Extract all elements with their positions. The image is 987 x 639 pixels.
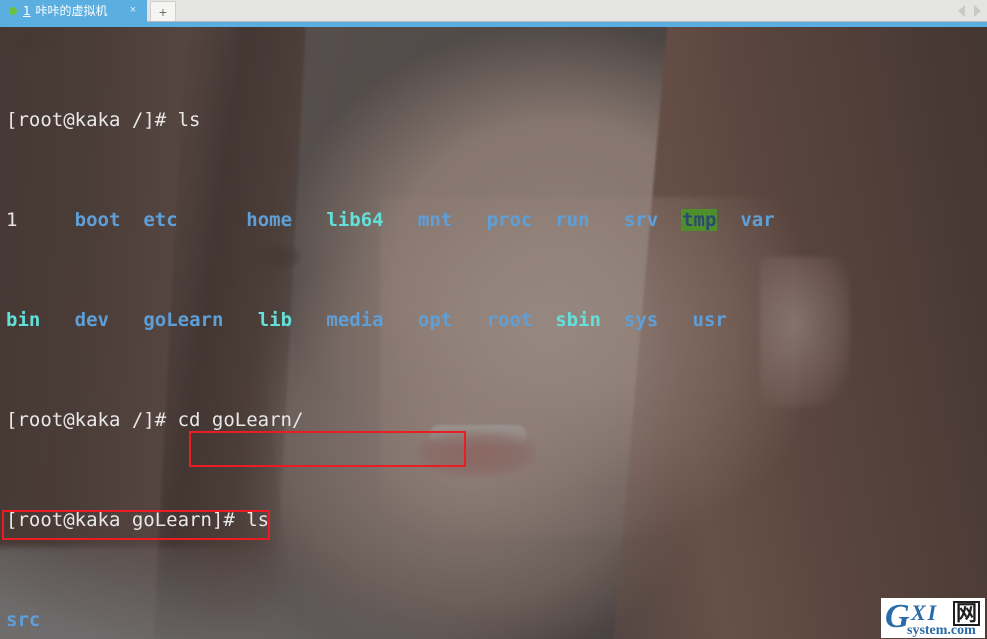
ls-entry: media bbox=[326, 309, 384, 331]
ls-entry: run bbox=[555, 209, 590, 231]
tab-index: 1 bbox=[23, 4, 31, 18]
watermark: G XI 网 system.com bbox=[881, 598, 985, 638]
ls-entry: bin bbox=[6, 309, 41, 331]
ls-entry: 1 bbox=[6, 209, 18, 231]
tab-underline bbox=[0, 22, 987, 27]
ls-entry-tmp: tmp bbox=[681, 209, 718, 231]
terminal-line: [root@kaka /]# ls bbox=[6, 108, 987, 133]
ls-entry: lib64 bbox=[326, 209, 384, 231]
terminal-body[interactable]: [root@kaka /]# ls 1 boot etc home lib64 … bbox=[0, 27, 987, 639]
ls-entry: sys bbox=[623, 309, 659, 331]
shell-prompt: [root@kaka /]# bbox=[6, 109, 178, 131]
chevron-right-icon[interactable] bbox=[974, 5, 981, 17]
terminal-output: [root@kaka /]# ls 1 boot etc home lib64 … bbox=[0, 27, 987, 639]
watermark-letter-g: G bbox=[885, 598, 910, 635]
ls-entry: src bbox=[6, 609, 41, 631]
shell-prompt: [root@kaka goLearn]# bbox=[6, 509, 247, 531]
chevron-left-icon[interactable] bbox=[958, 5, 965, 17]
shell-command: cd goLearn/ bbox=[177, 409, 304, 431]
terminal-line: src bbox=[6, 608, 987, 633]
ls-entry: sbin bbox=[555, 309, 601, 331]
ls-entry: root bbox=[486, 309, 533, 331]
shell-prompt: [root@kaka /]# bbox=[6, 409, 178, 431]
new-tab-button[interactable]: + bbox=[150, 1, 176, 21]
ls-entry: var bbox=[740, 209, 775, 231]
terminal-window: 1 咔咔的虚拟机 × + [root@kaka /]# ls 1 boot et… bbox=[0, 0, 987, 639]
ls-entry: lib bbox=[257, 309, 293, 331]
terminal-line: [root@kaka /]# cd goLearn/ bbox=[6, 408, 987, 433]
ls-entry: etc bbox=[143, 209, 178, 231]
tab-nav-arrows bbox=[958, 5, 981, 17]
ls-entry: usr bbox=[692, 309, 727, 331]
watermark-letters-xi: XI bbox=[911, 600, 939, 625]
shell-command: ls bbox=[246, 509, 270, 531]
terminal-line: bin dev goLearn lib media opt root sbin … bbox=[6, 308, 987, 333]
watermark-domain: system.com bbox=[907, 623, 976, 638]
ls-entry: proc bbox=[486, 209, 533, 231]
terminal-line: 1 boot etc home lib64 mnt proc run srv t… bbox=[6, 208, 987, 233]
connection-status-dot bbox=[9, 7, 17, 15]
ls-entry: home bbox=[246, 209, 293, 231]
ls-entry: mnt bbox=[417, 209, 453, 231]
ls-entry: goLearn bbox=[143, 309, 224, 331]
terminal-line: [root@kaka goLearn]# ls bbox=[6, 508, 987, 533]
ls-entry: boot bbox=[74, 209, 121, 231]
shell-command: ls bbox=[177, 109, 201, 131]
ls-entry: srv bbox=[623, 209, 659, 231]
close-icon[interactable]: × bbox=[127, 4, 139, 16]
tab-virtual-machine-1[interactable]: 1 咔咔的虚拟机 × bbox=[0, 0, 147, 22]
ls-entry: dev bbox=[74, 309, 109, 331]
tab-title: 咔咔的虚拟机 bbox=[35, 4, 108, 18]
ls-entry: opt bbox=[417, 309, 453, 331]
tab-label: 1 咔咔的虚拟机 bbox=[23, 4, 107, 18]
tab-bar: 1 咔咔的虚拟机 × + bbox=[0, 0, 987, 22]
